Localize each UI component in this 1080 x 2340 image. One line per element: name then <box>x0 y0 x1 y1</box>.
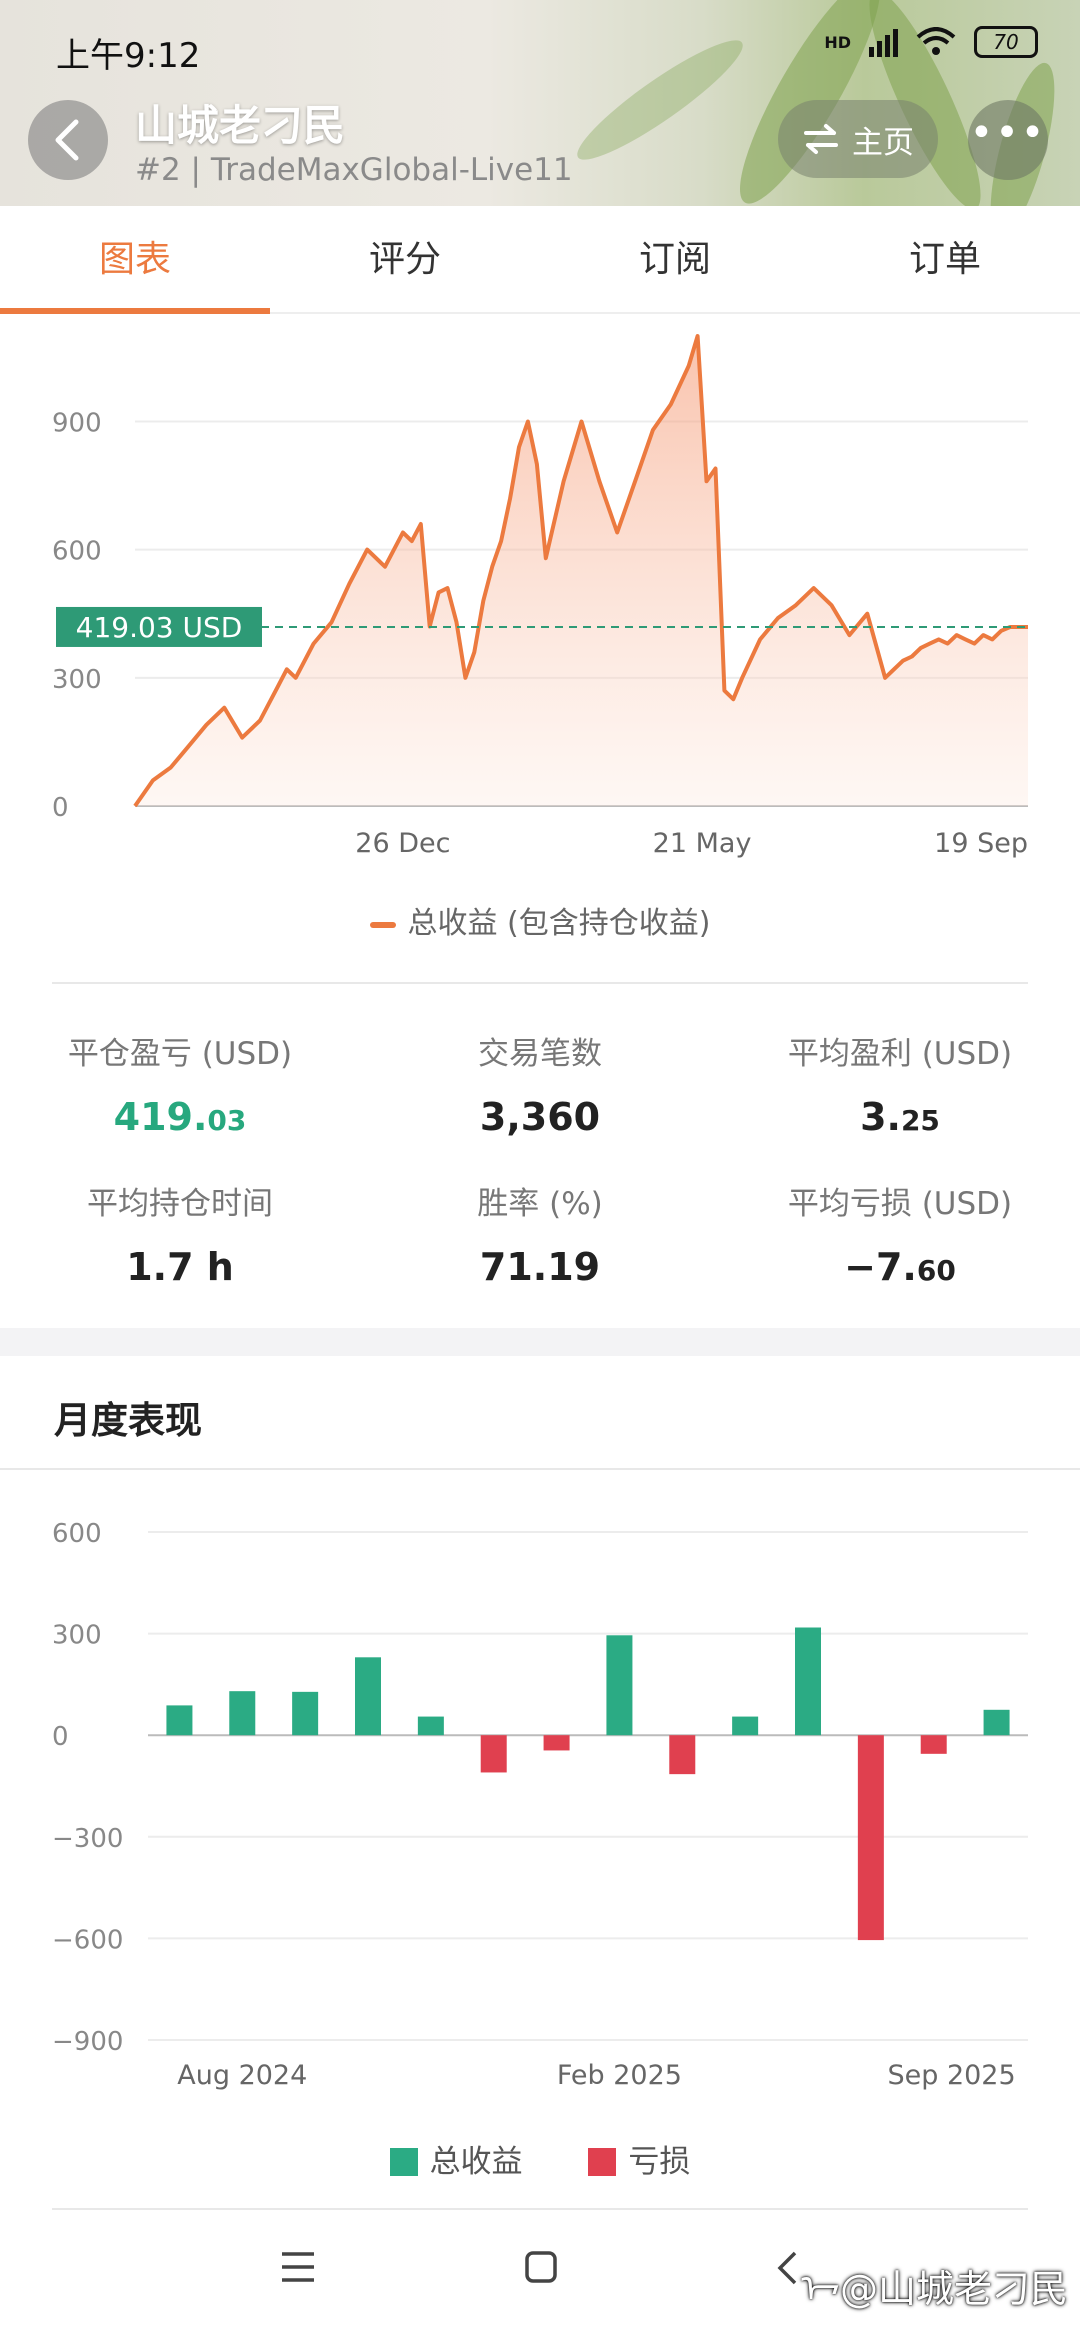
stat-value: 3,360 <box>479 1095 601 1139</box>
stat-label: 交易笔数 <box>478 1036 602 1072</box>
header: 上午9:12 HD 70 山城老刁民 #2 | TradeMaxGlobal-L… <box>0 0 1080 206</box>
battery-icon: 70 <box>974 26 1038 58</box>
account-subtitle: #2 | TradeMaxGlobal-Live11 <box>135 152 573 188</box>
stat-value: 3.25 <box>860 1095 940 1139</box>
y-tick-label: 600 <box>52 537 102 567</box>
legend-swatch-gain <box>389 2148 418 2176</box>
signal-icon <box>869 27 898 57</box>
bar-gain <box>229 1691 256 1736</box>
bar-loss <box>543 1735 570 1751</box>
stat-avg-loss: 平均亏损 (USD) −7.60 <box>720 1178 1080 1289</box>
x-tick-label: 26 Dec <box>355 828 450 859</box>
x-tick-label: Sep 2025 <box>887 2060 1015 2091</box>
bar-gain <box>606 1635 633 1736</box>
legend-item-loss[interactable]: 亏损 <box>588 2136 690 2181</box>
bar-gain <box>166 1705 193 1736</box>
bar-gain <box>417 1716 444 1736</box>
home-button-label: 主页 <box>852 124 914 161</box>
legend-swatch <box>369 921 396 928</box>
back-icon[interactable] <box>775 2250 799 2286</box>
divider <box>0 1468 1080 1470</box>
tab-chart[interactable]: 图表 <box>0 206 270 314</box>
monthly-chart-legend: 总收益 亏损 <box>0 2136 1080 2181</box>
stat-trade-count: 交易笔数 3,360 <box>360 1028 720 1139</box>
stat-label: 平仓盈亏 (USD) <box>67 1036 293 1072</box>
current-value-label: 419.03 USD <box>76 611 243 644</box>
monthly-performance-chart: 600 300 0 −300 −600 −900 Aug 2024 Feb 2025 Sep 2… <box>52 1519 1028 2091</box>
y-tick-label: 300 <box>52 665 102 695</box>
legend-label: 总收益 <box>429 2144 523 2180</box>
status-bar: 上午9:12 HD 70 <box>0 0 1080 95</box>
bar-gain <box>732 1716 759 1736</box>
bar-loss <box>669 1735 696 1775</box>
back-button[interactable] <box>28 100 108 180</box>
bar-gain <box>983 1709 1010 1736</box>
tab-subscribe[interactable]: 订阅 <box>540 206 810 312</box>
chevron-left-icon <box>55 119 79 161</box>
square-home-icon[interactable] <box>524 2250 558 2284</box>
tab-bar: 图表 评分 订阅 订单 <box>0 206 1080 314</box>
stat-closed-pl: 平仓盈亏 (USD) 419.03 <box>0 1028 360 1139</box>
bar-gain <box>355 1657 381 1736</box>
section-separator <box>0 1328 1080 1356</box>
hd-network-label: HD <box>824 32 851 52</box>
tab-rating[interactable]: 评分 <box>270 206 540 312</box>
legend-swatch-loss <box>588 2148 617 2176</box>
divider <box>52 982 1028 984</box>
stat-win-rate: 胜率 (%) 71.19 <box>360 1178 720 1289</box>
legend-label: 总收益 (包含持仓收益) <box>407 906 711 941</box>
stat-value: 71.19 <box>479 1245 601 1289</box>
stat-value: 1.7 h <box>126 1245 234 1289</box>
menu-icon[interactable] <box>280 2250 316 2284</box>
page-title: 山城老刁民 <box>135 101 346 150</box>
x-tick-label: 19 Sep <box>934 828 1028 859</box>
y-tick-label: 0 <box>52 1722 69 1752</box>
y-tick-label: 300 <box>52 1621 102 1651</box>
tab-orders[interactable]: 订单 <box>810 206 1080 312</box>
stat-value: 419.03 <box>113 1095 247 1139</box>
bar-gain <box>795 1627 821 1736</box>
legend-item-gain[interactable]: 总收益 <box>389 2136 523 2181</box>
more-options-button[interactable]: ••• <box>968 100 1048 180</box>
x-tick-label: Feb 2025 <box>557 2060 682 2091</box>
swap-icon <box>804 124 838 154</box>
stat-label: 平均盈利 (USD) <box>787 1036 1013 1072</box>
legend-label: 亏损 <box>628 2144 691 2180</box>
home-button[interactable]: 主页 <box>778 100 938 178</box>
watermark: ᢇ@山城老刁民 <box>801 2267 1068 2311</box>
y-tick-label: 900 <box>52 408 102 438</box>
y-tick-label: 0 <box>52 793 69 823</box>
y-tick-label: −900 <box>52 2027 123 2057</box>
wifi-icon <box>916 27 956 55</box>
stat-label: 平均亏损 (USD) <box>787 1186 1013 1222</box>
y-tick-label: 600 <box>52 1519 102 1549</box>
stat-avg-profit: 平均盈利 (USD) 3.25 <box>720 1028 1080 1139</box>
stat-label: 平均持仓时间 <box>87 1186 273 1222</box>
stat-value: −7.60 <box>844 1245 956 1289</box>
x-tick-label: Aug 2024 <box>177 2060 307 2091</box>
x-tick-label: 21 May <box>653 828 752 859</box>
equity-area-fill <box>135 336 1028 806</box>
bar-loss <box>920 1735 947 1754</box>
bar-gain <box>292 1691 319 1736</box>
y-tick-label: −600 <box>52 1925 123 1955</box>
equity-chart-legend: 总收益 (包含持仓收益) <box>0 898 1080 942</box>
bar-loss <box>480 1735 507 1773</box>
system-icons: HD 70 <box>824 26 1038 58</box>
clock: 上午9:12 <box>56 36 201 76</box>
bar-loss <box>857 1735 884 1941</box>
stat-label: 胜率 (%) <box>477 1186 603 1222</box>
stat-avg-hold-time: 平均持仓时间 1.7 h <box>0 1178 360 1289</box>
y-tick-label: −300 <box>52 1824 123 1854</box>
monthly-section-title: 月度表现 <box>54 1399 202 1442</box>
equity-curve-chart: 900 600 300 0 26 Dec 21 May 19 Sep 419.03 USD <box>52 334 1028 859</box>
